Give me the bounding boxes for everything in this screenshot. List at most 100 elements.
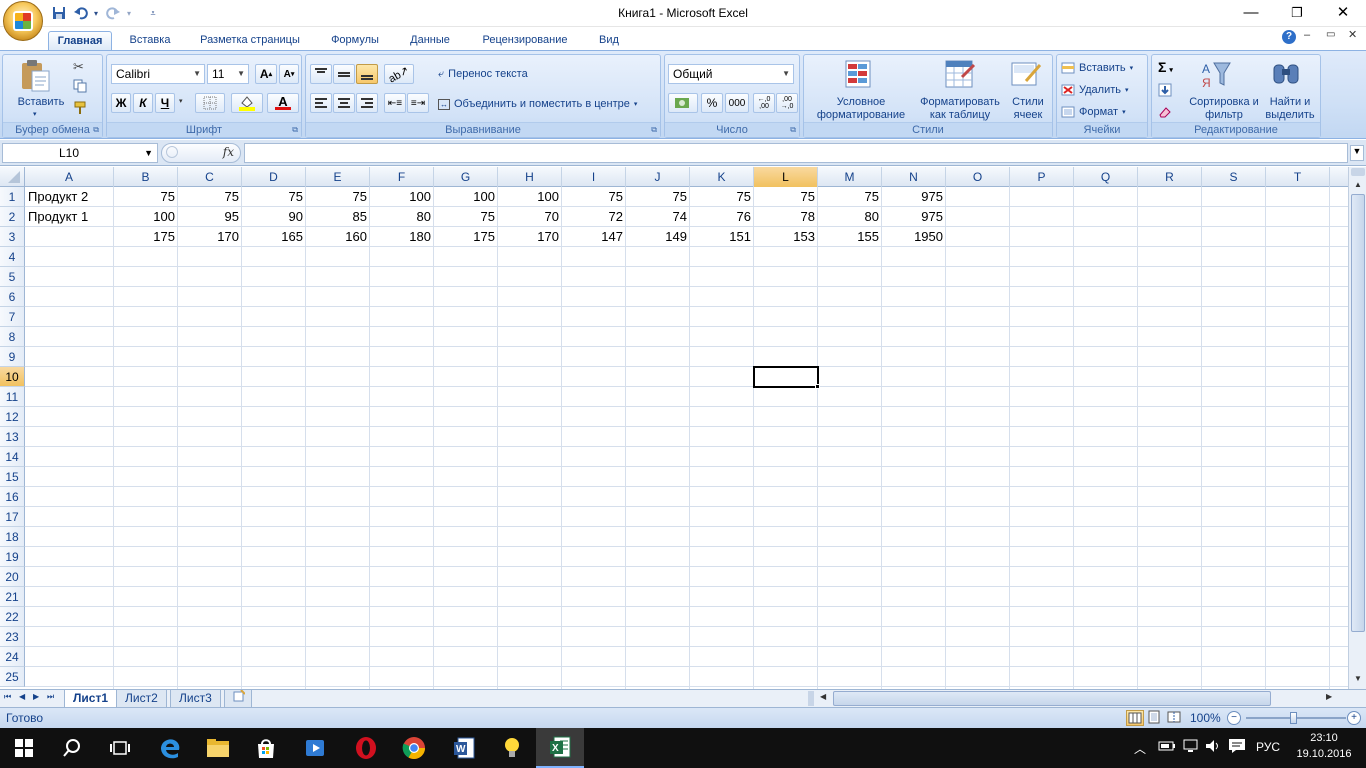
edge-app[interactable]: [146, 728, 194, 768]
language-indicator[interactable]: РУС: [1256, 740, 1280, 754]
column-header-m[interactable]: M: [818, 167, 882, 187]
insert-cells-button[interactable]: Вставить ▾: [1061, 60, 1133, 76]
percent-button[interactable]: %: [701, 93, 723, 113]
page-layout-view-button[interactable]: [1146, 710, 1164, 726]
number-launcher-icon[interactable]: ⧉: [790, 125, 796, 135]
next-sheet-icon[interactable]: ▶: [33, 692, 39, 701]
merge-center-button[interactable]: ↔ Объединить и поместить в центре ▾: [438, 96, 637, 112]
number-format-select[interactable]: Общий ▼: [668, 64, 794, 84]
tab-formulas[interactable]: Формулы: [320, 31, 390, 51]
row-header-23[interactable]: 23: [0, 627, 25, 647]
notification-icon[interactable]: [1228, 738, 1246, 754]
cell-c1[interactable]: 75: [178, 187, 242, 207]
align-center-button[interactable]: [333, 93, 355, 113]
cell-b2[interactable]: 100: [114, 207, 178, 227]
insert-sheet-button[interactable]: [224, 689, 252, 708]
cell-l2[interactable]: 78: [754, 207, 818, 227]
format-as-table-icon[interactable]: [944, 59, 976, 91]
column-header-d[interactable]: D: [242, 167, 306, 187]
row-header-7[interactable]: 7: [0, 307, 25, 327]
increase-decimal-button[interactable]: ←,0 ,00: [753, 93, 775, 113]
vertical-scrollbar[interactable]: ▲ ▼: [1348, 167, 1366, 689]
decrease-decimal-button[interactable]: ,00 →,0: [776, 93, 798, 113]
cell-f1[interactable]: 100: [370, 187, 434, 207]
help-icon[interactable]: ?: [1282, 30, 1296, 44]
row-header-3[interactable]: 3: [0, 227, 25, 247]
search-button[interactable]: [48, 728, 96, 768]
cell-h1[interactable]: 100: [498, 187, 562, 207]
minimize-button[interactable]: —: [1228, 2, 1274, 24]
bold-button[interactable]: Ж: [111, 93, 131, 113]
page-break-view-button[interactable]: [1166, 710, 1184, 726]
cell-m1[interactable]: 75: [818, 187, 882, 207]
cell-j2[interactable]: 74: [626, 207, 690, 227]
cell-d1[interactable]: 75: [242, 187, 306, 207]
italic-button[interactable]: К: [133, 93, 153, 113]
row-header-5[interactable]: 5: [0, 267, 25, 287]
show-hidden-icons-icon[interactable]: ︿: [1134, 740, 1146, 757]
tab-insert[interactable]: Вставка: [120, 31, 180, 51]
fx-button[interactable]: fx: [161, 143, 241, 163]
delete-cells-button[interactable]: Удалить ▾: [1061, 82, 1129, 98]
copy-icon[interactable]: [73, 79, 89, 95]
ribbon-close-icon[interactable]: ✕: [1348, 28, 1357, 41]
sort-filter-button[interactable]: Сортировка и фильтр: [1182, 96, 1266, 122]
wrap-text-button[interactable]: ⤶ Перенос текста: [438, 66, 528, 82]
row-header-8[interactable]: 8: [0, 327, 25, 347]
row-header-17[interactable]: 17: [0, 507, 25, 527]
cell-n3[interactable]: 1950: [882, 227, 946, 247]
cell-m3[interactable]: 155: [818, 227, 882, 247]
cell-l1[interactable]: 75: [754, 187, 818, 207]
find-select-icon[interactable]: [1270, 59, 1304, 91]
row-header-24[interactable]: 24: [0, 647, 25, 667]
clock-date[interactable]: 19.10.2016: [1294, 748, 1354, 760]
font-size-select[interactable]: 11 ▼: [207, 64, 249, 84]
fill-handle[interactable]: [815, 384, 820, 389]
row-header-1[interactable]: 1: [0, 187, 25, 207]
cell-n1[interactable]: 975: [882, 187, 946, 207]
align-middle-button[interactable]: [333, 64, 355, 84]
align-left-button[interactable]: [310, 93, 332, 113]
row-header-12[interactable]: 12: [0, 407, 25, 427]
expand-formula-icon[interactable]: ▼: [1350, 145, 1364, 161]
column-header-q[interactable]: Q: [1074, 167, 1138, 187]
battery-icon[interactable]: [1158, 738, 1176, 754]
cell-f2[interactable]: 80: [370, 207, 434, 227]
row-header-11[interactable]: 11: [0, 387, 25, 407]
fill-icon[interactable]: [1158, 83, 1174, 99]
sort-filter-icon[interactable]: АЯ: [1200, 59, 1234, 91]
opera-app[interactable]: [342, 728, 390, 768]
worksheet-grid[interactable]: ABCDEFGHIJKLMNOPQRST 1 2 3 4 5 6 7 8 9 10 11 12 13 14…: [0, 167, 1348, 689]
cell-g3[interactable]: 175: [434, 227, 498, 247]
align-right-button[interactable]: [356, 93, 378, 113]
scroll-right-icon[interactable]: ▶: [1326, 692, 1332, 701]
paste-icon[interactable]: [19, 59, 51, 93]
column-header-c[interactable]: C: [178, 167, 242, 187]
font-launcher-icon[interactable]: ⧉: [292, 125, 298, 135]
column-header-k[interactable]: K: [690, 167, 754, 187]
normal-view-button[interactable]: [1126, 710, 1144, 726]
cell-k3[interactable]: 151: [690, 227, 754, 247]
conditional-formatting-button[interactable]: Условное форматирование: [806, 96, 916, 122]
orientation-button[interactable]: ab↗: [384, 64, 414, 85]
ribbon-restore-icon[interactable]: ▭: [1326, 29, 1335, 40]
sheet-tab-1[interactable]: Лист1: [64, 690, 118, 708]
close-button[interactable]: ✕: [1320, 2, 1366, 24]
underline-button[interactable]: Ч: [155, 93, 175, 113]
column-header-j[interactable]: J: [626, 167, 690, 187]
alignment-launcher-icon[interactable]: ⧉: [651, 125, 657, 135]
underline-dropdown-icon[interactable]: ▾: [179, 97, 183, 105]
column-header-o[interactable]: O: [946, 167, 1010, 187]
cell-m2[interactable]: 80: [818, 207, 882, 227]
tab-data[interactable]: Данные: [398, 31, 462, 51]
cell-f3[interactable]: 180: [370, 227, 434, 247]
fill-color-button[interactable]: [231, 93, 263, 113]
column-header-t[interactable]: T: [1266, 167, 1330, 187]
cell-styles-icon[interactable]: [1010, 59, 1042, 91]
row-header-6[interactable]: 6: [0, 287, 25, 307]
column-header-e[interactable]: E: [306, 167, 370, 187]
cell-i3[interactable]: 147: [562, 227, 626, 247]
name-box[interactable]: L10 ▼: [2, 143, 158, 163]
cell-i1[interactable]: 75: [562, 187, 626, 207]
column-header-i[interactable]: I: [562, 167, 626, 187]
